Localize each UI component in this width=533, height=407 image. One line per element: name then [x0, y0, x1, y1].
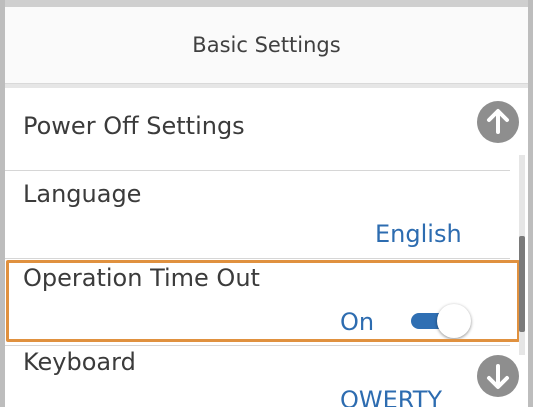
list-item-label: Language	[23, 180, 142, 208]
scroll-up-button[interactable]	[477, 101, 519, 143]
selection-highlight	[6, 260, 520, 342]
page-header: Basic Settings	[5, 7, 528, 84]
language-value: English	[375, 220, 462, 248]
list-item-power-off-settings[interactable]: Power Off Settings	[5, 96, 510, 164]
divider	[5, 170, 510, 171]
bezel-right	[528, 0, 533, 407]
page-title: Basic Settings	[192, 33, 341, 57]
scroll-down-button[interactable]	[477, 355, 519, 397]
keyboard-value: QWERTY	[340, 386, 443, 407]
header-divider	[5, 84, 528, 88]
settings-screen: Basic Settings Power Off Settings Langua…	[0, 0, 533, 407]
list-item-label: Keyboard	[23, 348, 136, 376]
list-item-language[interactable]: Language English	[5, 172, 510, 258]
bezel-top	[0, 0, 533, 7]
arrow-up-icon	[487, 109, 509, 134]
arrow-down-icon	[487, 364, 509, 389]
list-item-keyboard[interactable]: Keyboard QWERTY	[5, 346, 510, 407]
scrollbar-thumb[interactable]	[519, 236, 525, 332]
list-item-label: Power Off Settings	[23, 112, 245, 140]
divider	[5, 258, 510, 259]
